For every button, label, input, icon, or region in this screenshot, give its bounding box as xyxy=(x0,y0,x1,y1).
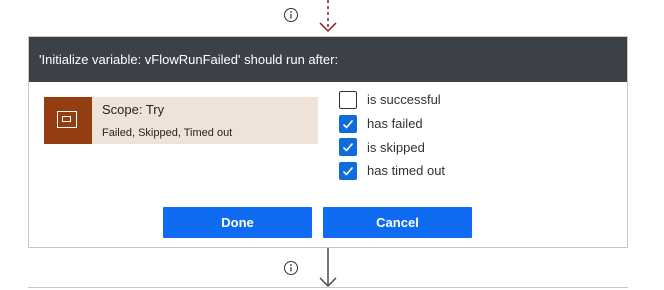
done-button[interactable]: Done xyxy=(163,207,312,238)
condition-has-failed[interactable]: has failed xyxy=(339,112,445,136)
action-statuses: Failed, Skipped, Timed out xyxy=(102,127,233,139)
run-after-conditions: is successful has failed is skipped has … xyxy=(339,88,445,183)
run-after-dialog: 'Initialize variable: vFlowRunFailed' sh… xyxy=(28,36,628,248)
flow-canvas: 'Initialize variable: vFlowRunFailed' sh… xyxy=(0,0,664,290)
dashed-arrow-down-icon xyxy=(316,0,340,36)
info-icon[interactable] xyxy=(283,260,299,276)
checkbox-is-skipped[interactable] xyxy=(339,138,357,157)
checkbox-has-failed[interactable] xyxy=(339,114,357,133)
checkmark-icon xyxy=(342,166,354,176)
condition-has-timed-out[interactable]: has timed out xyxy=(339,159,445,183)
condition-label: is successful xyxy=(367,92,441,108)
checkbox-is-successful[interactable] xyxy=(339,90,357,109)
action-card-scope-try: Scope: Try Failed, Skipped, Timed out xyxy=(44,97,318,144)
action-title: Scope: Try xyxy=(102,102,165,117)
condition-label: is skipped xyxy=(367,139,425,155)
scope-icon xyxy=(44,97,92,144)
condition-is-successful[interactable]: is successful xyxy=(339,88,445,112)
condition-label: has timed out xyxy=(367,163,446,179)
condition-label: has failed xyxy=(367,116,423,132)
cancel-button[interactable]: Cancel xyxy=(323,207,472,238)
condition-is-skipped[interactable]: is skipped xyxy=(339,135,445,159)
checkbox-has-timed-out[interactable] xyxy=(339,161,357,180)
info-icon[interactable] xyxy=(283,7,299,23)
checkmark-icon xyxy=(342,119,354,129)
checkmark-icon xyxy=(342,143,354,152)
arrow-down-icon xyxy=(316,248,340,290)
dialog-title: 'Initialize variable: vFlowRunFailed' sh… xyxy=(29,37,627,82)
